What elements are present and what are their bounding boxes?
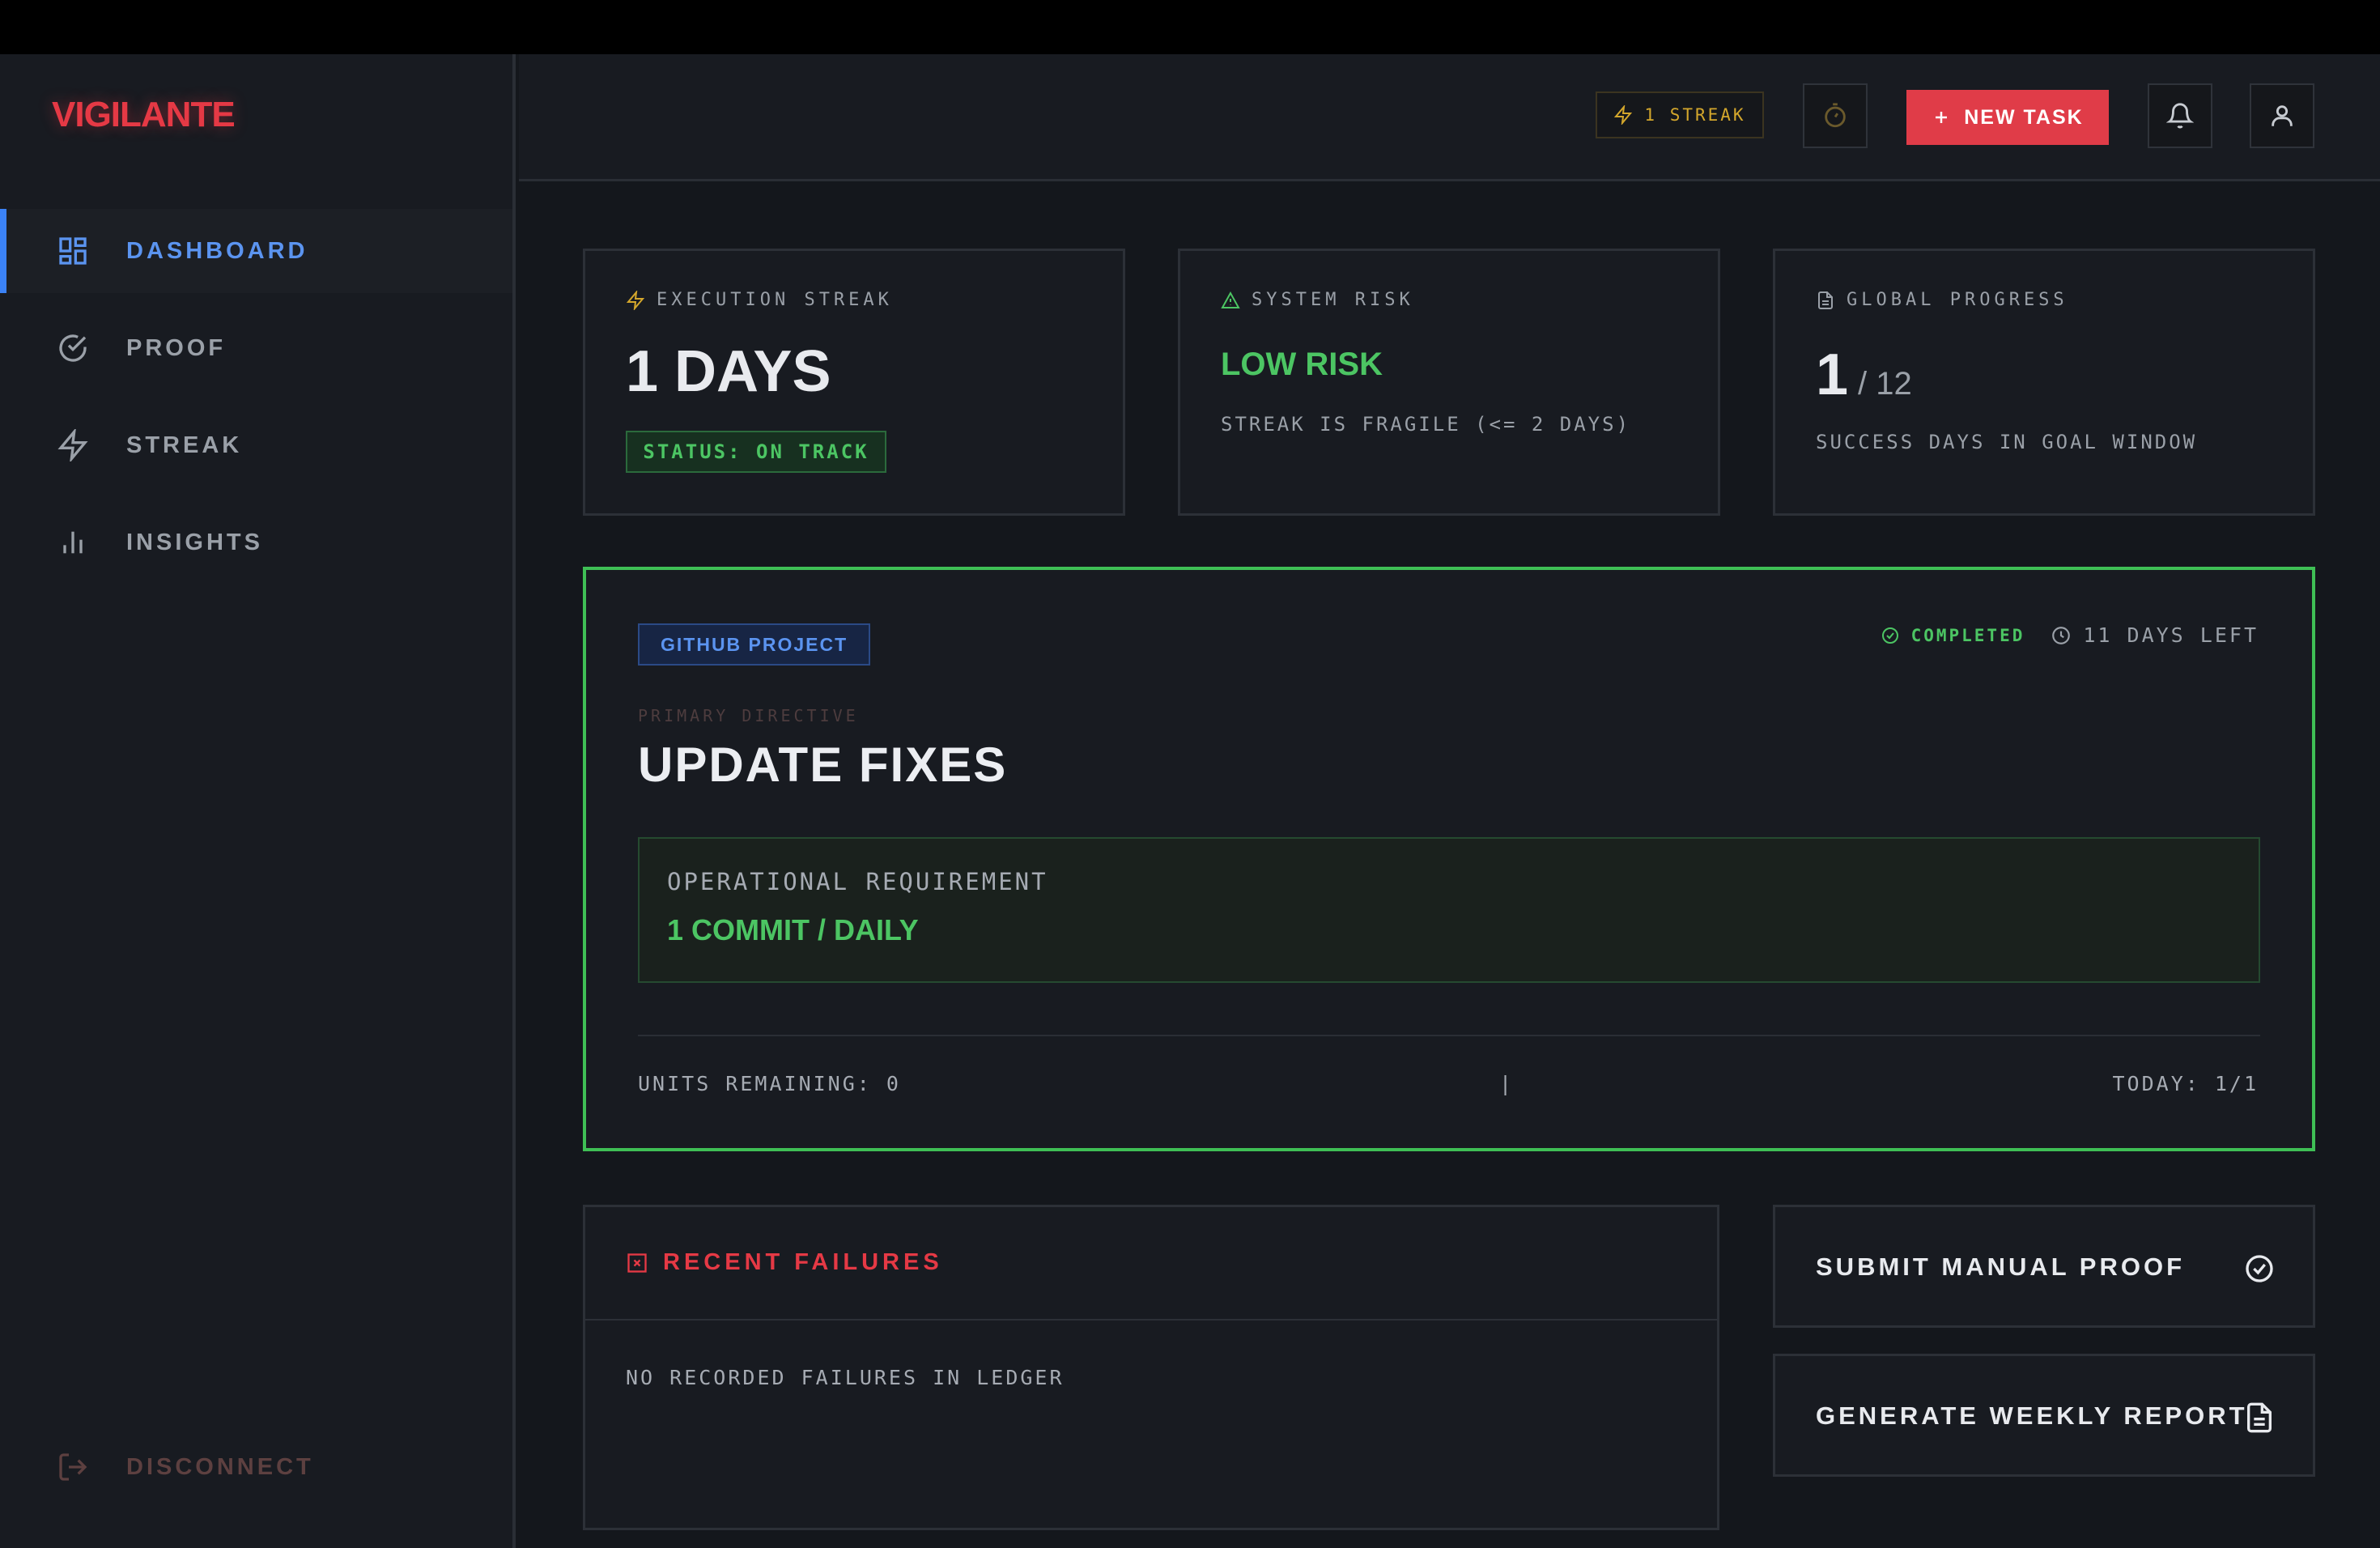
bar-chart-icon [63, 531, 83, 554]
days-left-text: 11 DAYS LEFT [2083, 623, 2259, 647]
sidebar-item-label: INSIGHTS [126, 529, 263, 555]
timer-button[interactable] [1803, 83, 1868, 148]
dashboard-icon [59, 237, 87, 265]
check-circle-icon [1881, 627, 1898, 644]
project-tag: GITHUB PROJECT [638, 623, 871, 666]
panel-title: RECENT FAILURES [626, 1249, 943, 1276]
card-label: GLOBAL PROGRESS [1816, 290, 2068, 310]
lightning-icon [57, 429, 88, 461]
warning-icon [1221, 291, 1240, 308]
submit-proof-button[interactable]: SUBMIT MANUAL PROOF [1773, 1205, 2315, 1328]
recent-failures-panel: RECENT FAILURES NO RECORDED FAILURES IN … [583, 1205, 1719, 1530]
system-risk-card: SYSTEM RISK LOW RISK STREAK IS FRAGILE (… [1178, 249, 1720, 516]
sidebar-item-dashboard[interactable]: DASHBOARD [0, 209, 512, 293]
top-header: 1 STREAK NEW TASK [519, 54, 2380, 181]
document-icon [2247, 1402, 2272, 1433]
directive-label: PRIMARY DIRECTIVE [638, 706, 859, 725]
empty-state: NO RECORDED FAILURES IN LEDGER [626, 1366, 1065, 1389]
project-status: COMPLETED 11 DAYS LEFT [1881, 623, 2259, 647]
risk-value: LOW RISK [1221, 347, 1383, 382]
requirement-value: 1 COMMIT / DAILY [667, 913, 919, 946]
status-badge-text: STATUS: ON TRACK [643, 440, 869, 463]
plus-icon [1936, 112, 1948, 123]
streak-value: 1 DAYS [626, 339, 831, 404]
check-circle-icon [59, 334, 87, 362]
streak-badge-label: 1 STREAK [1644, 105, 1746, 125]
logout-icon [59, 1453, 87, 1481]
stopwatch-icon [1825, 103, 1846, 128]
panel-title-text: RECENT FAILURES [663, 1249, 943, 1275]
progress-note: SUCCESS DAYS IN GOAL WINDOW [1816, 431, 2198, 453]
global-progress-card: GLOBAL PROGRESS 1/ 12 SUCCESS DAYS IN GO… [1773, 249, 2315, 516]
profile-button[interactable] [2250, 83, 2314, 148]
units-remaining: UNITS REMAINING: 0 [638, 1072, 901, 1095]
app-logo: VIGILANTE [52, 95, 236, 134]
project-tag-text: GITHUB PROJECT [661, 633, 848, 655]
bell-icon [2166, 103, 2194, 129]
streak-badge[interactable]: 1 STREAK [1596, 91, 1764, 138]
submit-proof-label: SUBMIT MANUAL PROOF [1816, 1252, 2186, 1281]
lightning-icon [626, 290, 645, 310]
window-top-bar [0, 0, 2380, 54]
sidebar-item-label: DASHBOARD [126, 237, 308, 264]
status-badge: STATUS: ON TRACK [626, 431, 886, 473]
active-indicator [0, 209, 6, 293]
clock-icon [2052, 626, 2071, 644]
sidebar-item-label: DISCONNECT [126, 1453, 314, 1480]
card-label-text: EXECUTION STREAK [657, 290, 893, 310]
progress-count: 1 [1816, 342, 1849, 407]
requirement-box: OPERATIONAL REQUIREMENT 1 COMMIT / DAILY [638, 837, 2260, 983]
card-label: EXECUTION STREAK [626, 290, 893, 310]
progress-total: / 12 [1858, 366, 1912, 402]
new-task-label: NEW TASK [1964, 105, 2084, 129]
card-label-text: GLOBAL PROGRESS [1847, 290, 2068, 310]
today-count: TODAY: 1/1 [2112, 1072, 2259, 1095]
risk-note: STREAK IS FRAGILE (<= 2 DAYS) [1221, 413, 1631, 436]
check-circle-icon [2246, 1255, 2273, 1282]
app-root: VIGILANTE DASHBOARD PROOF STREAK INSIGHT… [0, 54, 2380, 1548]
sidebar-item-label: PROOF [126, 334, 227, 361]
divider [638, 1035, 2260, 1036]
sidebar-item-insights[interactable]: INSIGHTS [0, 500, 512, 585]
card-label-text: SYSTEM RISK [1252, 290, 1414, 310]
project-card[interactable]: GITHUB PROJECT COMPLETED 11 DAYS LEFT PR… [583, 567, 2315, 1151]
weekly-report-label: GENERATE WEEKLY REPORT [1816, 1401, 2248, 1430]
execution-streak-card: EXECUTION STREAK 1 DAYS STATUS: ON TRACK [583, 249, 1125, 516]
sidebar: VIGILANTE DASHBOARD PROOF STREAK INSIGHT… [0, 54, 516, 1548]
new-task-button[interactable]: NEW TASK [1906, 90, 2109, 145]
document-icon [1818, 291, 1833, 309]
lightning-icon [1614, 105, 1633, 125]
user-icon [2272, 105, 2293, 126]
panel-header: RECENT FAILURES [585, 1207, 1717, 1320]
sidebar-item-disconnect[interactable]: DISCONNECT [0, 1425, 512, 1509]
requirement-label: OPERATIONAL REQUIREMENT [667, 868, 1048, 895]
footer-separator: | [1499, 1072, 1515, 1095]
project-title: UPDATE FIXES [638, 738, 1008, 792]
sidebar-item-label: STREAK [126, 432, 243, 458]
status-text: COMPLETED [1910, 625, 2025, 645]
sidebar-item-proof[interactable]: PROOF [0, 306, 512, 390]
card-label: SYSTEM RISK [1221, 290, 1414, 310]
weekly-report-button[interactable]: GENERATE WEEKLY REPORT [1773, 1354, 2315, 1477]
notifications-button[interactable] [2148, 83, 2212, 148]
x-square-icon [627, 1252, 647, 1273]
progress-value: 1/ 12 [1816, 342, 1912, 408]
sidebar-item-streak[interactable]: STREAK [0, 403, 512, 487]
